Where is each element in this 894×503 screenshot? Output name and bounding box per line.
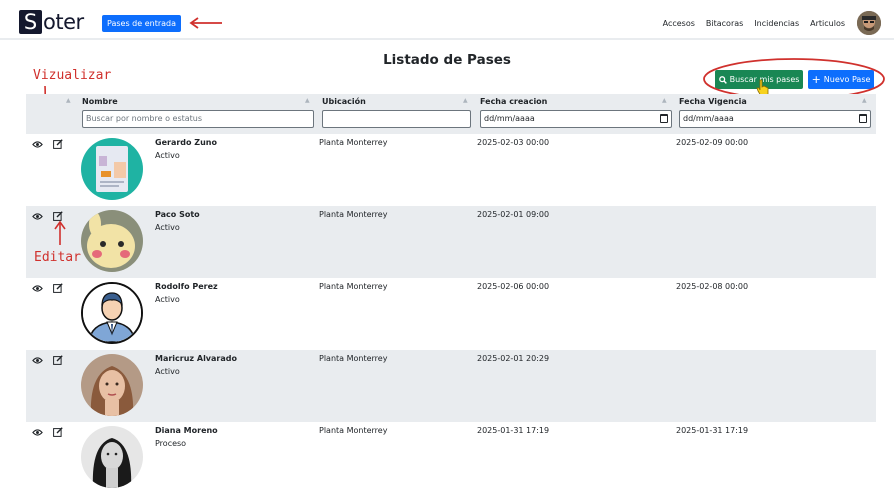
row-fecha-vigencia: 2025-02-08 00:00 bbox=[676, 282, 749, 291]
row-fecha-creacion: 2025-02-03 00:00 bbox=[477, 138, 550, 147]
logo-mark: S bbox=[19, 10, 42, 34]
row-estado: Activo bbox=[155, 223, 180, 232]
row-fecha-vigencia: 2025-02-09 00:00 bbox=[676, 138, 749, 147]
eye-icon[interactable] bbox=[32, 428, 43, 437]
row-ubicacion: Planta Monterrey bbox=[319, 210, 388, 219]
eye-icon[interactable] bbox=[32, 356, 43, 365]
nav-links: Accesos Bitacoras Incidencias Articulos bbox=[663, 19, 845, 28]
user-avatar[interactable] bbox=[857, 11, 881, 35]
row-ubicacion: Planta Monterrey bbox=[319, 426, 388, 435]
edit-icon[interactable] bbox=[53, 139, 63, 149]
row-fecha-vigencia: 2025-01-31 17:19 bbox=[676, 426, 749, 435]
nav-link-incidencias[interactable]: Incidencias bbox=[754, 19, 799, 28]
row-ubicacion: Planta Monterrey bbox=[319, 354, 388, 363]
nombre-filter-input[interactable]: Buscar por nombre o estatus bbox=[82, 110, 314, 128]
row-nombre: Gerardo Zuno bbox=[155, 138, 217, 147]
row-fecha-creacion: 2025-02-01 20:29 bbox=[477, 354, 550, 363]
top-navbar: S oter Pases de entrada Accesos Bitacora… bbox=[0, 0, 894, 40]
plush-avatar bbox=[81, 210, 143, 272]
nav-link-bitacoras[interactable]: Bitacoras bbox=[706, 19, 743, 28]
table-row: Rodolfo Perez Activo Planta Monterrey 20… bbox=[26, 278, 876, 350]
eye-icon[interactable] bbox=[32, 140, 43, 149]
bw-photo-avatar bbox=[81, 426, 143, 488]
col-fecha-creacion[interactable]: Fecha creacion bbox=[480, 97, 547, 106]
annotation-up-arrow-icon bbox=[54, 220, 66, 245]
sort-icon[interactable]: ▲ bbox=[463, 97, 468, 104]
row-estado: Activo bbox=[155, 295, 180, 304]
edit-icon[interactable] bbox=[53, 427, 63, 437]
col-ubicacion[interactable]: Ubicación bbox=[322, 97, 366, 106]
row-nombre: Paco Soto bbox=[155, 210, 200, 219]
row-nombre: Maricruz Alvarado bbox=[155, 354, 237, 363]
table-row: Diana Moreno Proceso Planta Monterrey 20… bbox=[26, 422, 876, 494]
fecha-vigencia-filter-input[interactable]: dd/mm/aaaa bbox=[679, 110, 871, 128]
table-header: ▲ Nombre ▲ Ubicación ▲ Fecha creacion ▲ … bbox=[26, 94, 876, 134]
row-ubicacion: Planta Monterrey bbox=[319, 138, 388, 147]
sort-icon[interactable]: ▲ bbox=[305, 97, 310, 104]
soter-logo[interactable]: S oter bbox=[19, 10, 84, 34]
table-row: Gerardo Zuno Activo Planta Monterrey 202… bbox=[26, 134, 876, 206]
row-nombre: Diana Moreno bbox=[155, 426, 218, 435]
row-ubicacion: Planta Monterrey bbox=[319, 282, 388, 291]
businessman-avatar bbox=[81, 282, 143, 344]
logo-text: oter bbox=[43, 10, 84, 34]
eye-icon[interactable] bbox=[32, 284, 43, 293]
calendar-icon[interactable] bbox=[859, 114, 867, 123]
ubicacion-filter-input[interactable] bbox=[322, 110, 471, 128]
fecha-vigencia-value: dd/mm/aaaa bbox=[683, 114, 734, 123]
col-fecha-vigencia[interactable]: Fecha Vigencia bbox=[679, 97, 747, 106]
row-estado: Activo bbox=[155, 367, 180, 376]
fecha-creacion-value: dd/mm/aaaa bbox=[484, 114, 535, 123]
calendar-icon[interactable] bbox=[660, 114, 668, 123]
sort-icon[interactable]: ▲ bbox=[862, 97, 867, 104]
fecha-creacion-filter-input[interactable]: dd/mm/aaaa bbox=[480, 110, 672, 128]
id-card-avatar bbox=[81, 138, 143, 200]
table-row: Paco Soto Activo Planta Monterrey 2025-0… bbox=[26, 206, 876, 278]
row-estado: Proceso bbox=[155, 439, 187, 448]
row-fecha-creacion: 2025-02-06 00:00 bbox=[477, 282, 550, 291]
woman-photo-avatar bbox=[81, 354, 143, 416]
edit-icon[interactable] bbox=[53, 355, 63, 365]
row-fecha-creacion: 2025-01-31 17:19 bbox=[477, 426, 550, 435]
col-nombre[interactable]: Nombre bbox=[82, 97, 118, 106]
annotation-editar: Editar bbox=[34, 250, 81, 265]
nav-link-accesos[interactable]: Accesos bbox=[663, 19, 695, 28]
sort-icon[interactable]: ▲ bbox=[662, 97, 667, 104]
edit-icon[interactable] bbox=[53, 283, 63, 293]
row-estado: Activo bbox=[155, 151, 180, 160]
nav-link-articulos[interactable]: Articulos bbox=[810, 19, 845, 28]
annotation-arrow-icon bbox=[189, 17, 222, 29]
annotation-vizualizar: Vizualizar bbox=[33, 68, 112, 83]
table-row: Maricruz Alvarado Activo Planta Monterre… bbox=[26, 350, 876, 422]
row-nombre: Rodolfo Perez bbox=[155, 282, 218, 291]
sort-icon[interactable]: ▲ bbox=[66, 97, 71, 104]
row-fecha-creacion: 2025-02-01 09:00 bbox=[477, 210, 550, 219]
nav-pases-de-entrada[interactable]: Pases de entrada bbox=[102, 15, 182, 32]
eye-icon[interactable] bbox=[32, 212, 43, 221]
